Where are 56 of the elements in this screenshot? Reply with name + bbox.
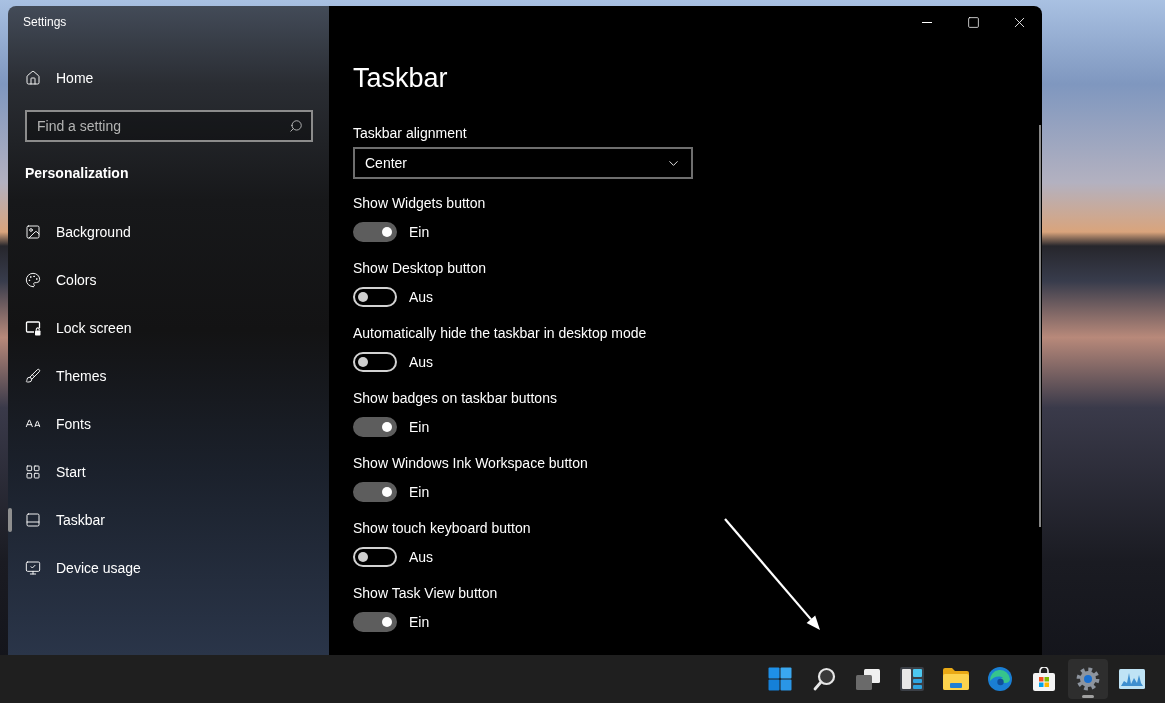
search-field[interactable]: Find a setting	[25, 110, 313, 142]
toggle-switch[interactable]	[353, 222, 397, 242]
scrollbar-thumb[interactable]	[1039, 125, 1041, 527]
panel-bottom-icon	[25, 512, 41, 528]
sidebar-item[interactable]: Background	[8, 208, 329, 256]
sidebar-item[interactable]: Device usage	[8, 544, 329, 592]
swirl-icon	[988, 667, 1012, 691]
home-icon	[25, 70, 41, 86]
toggle-state-label: Aus	[409, 288, 434, 307]
setting-label: Show Widgets button	[353, 194, 486, 213]
sidebar-item[interactable]: Colors	[8, 256, 329, 304]
sidebar-item[interactable]: Fonts	[8, 400, 329, 448]
toggle-switch[interactable]	[353, 612, 397, 632]
alignment-dropdown[interactable]: Center	[353, 147, 693, 179]
selection-indicator	[8, 508, 12, 532]
toggle-switch[interactable]	[353, 417, 397, 437]
field-label: Taskbar alignment	[353, 124, 467, 143]
picture-icon	[25, 224, 41, 240]
home-link[interactable]: Home	[8, 58, 94, 98]
setting-label: Show badges on taskbar buttons	[353, 389, 557, 408]
panel-icon	[900, 667, 924, 691]
tiles-icon	[768, 667, 792, 691]
setting-label: Show Task View button	[353, 584, 498, 603]
running-indicator	[1082, 695, 1094, 698]
window-title: Settings	[23, 15, 67, 29]
setting-label: Show Desktop button	[353, 259, 487, 278]
brush-icon	[25, 368, 41, 384]
grid-icon	[25, 464, 41, 480]
setting-label: Automatically hide the taskbar in desktop mode	[353, 324, 647, 343]
setting-label: Show touch keyboard button	[353, 519, 531, 538]
minimize-icon	[922, 21, 932, 23]
toggle-switch[interactable]	[353, 482, 397, 502]
chart-window-icon	[1119, 669, 1145, 689]
sidebar-item[interactable]: Taskbar	[8, 496, 329, 544]
toggle-state-label: Ein	[409, 223, 430, 242]
lock-screen-icon	[25, 320, 41, 336]
search-icon	[812, 667, 836, 691]
maximize-icon	[966, 15, 980, 29]
palette-icon	[25, 272, 41, 288]
monitor-check-icon	[25, 560, 41, 576]
page-title: Taskbar	[353, 62, 448, 95]
toggle-state-label: Ein	[409, 418, 430, 437]
folder-icon	[943, 668, 969, 690]
setting-label: Show Windows Ink Workspace button	[353, 454, 588, 473]
search-icon	[289, 119, 303, 133]
overlapping-squares-icon	[856, 668, 880, 690]
toggle-state-label: Aus	[409, 548, 434, 567]
gear-icon	[1076, 667, 1100, 691]
shopping-bag-icon	[1033, 667, 1055, 691]
toggle-state-label: Ein	[409, 613, 430, 632]
toggle-state-label: Aus	[409, 353, 434, 372]
section-heading: Personalization	[25, 164, 129, 183]
sidebar-item[interactable]: Lock screen	[8, 304, 329, 352]
sidebar-item[interactable]: Themes	[8, 352, 329, 400]
sidebar-item[interactable]: Start	[8, 448, 329, 496]
toggle-state-label: Ein	[409, 483, 430, 502]
